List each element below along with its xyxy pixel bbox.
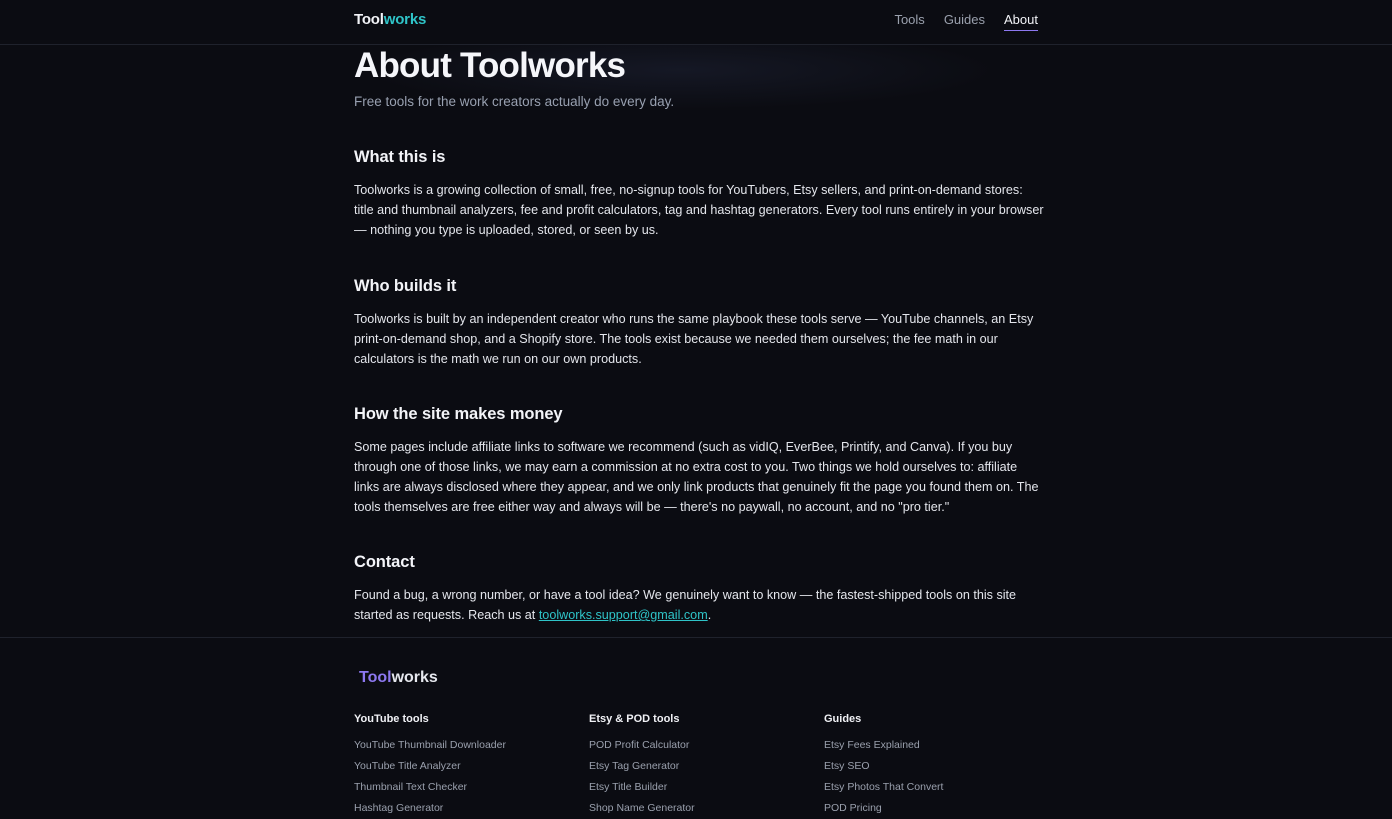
footer-link[interactable]: YouTube Title Analyzer bbox=[354, 756, 584, 777]
section-heading: Who builds it bbox=[354, 277, 457, 295]
footer-column-etsy-pod-tools: Etsy & POD tools POD Profit Calculator E… bbox=[589, 713, 819, 819]
site-footer: Toolworks YouTube tools YouTube Thumbnai… bbox=[0, 637, 1392, 818]
footer-logo[interactable]: Toolworks bbox=[359, 669, 438, 687]
page-subtitle: Free tools for the work creators actuall… bbox=[354, 94, 675, 109]
footer-link[interactable]: Etsy Photos That Convert bbox=[824, 777, 1054, 798]
section-contact: Contact Found a bug, a wrong number, or … bbox=[354, 553, 1044, 625]
footer-link[interactable]: POD Profit Calculator bbox=[589, 735, 819, 756]
footer-inner: Toolworks YouTube tools YouTube Thumbnai… bbox=[354, 638, 1054, 818]
footer-column-heading: YouTube tools bbox=[354, 713, 429, 725]
section-body: Toolworks is built by an independent cre… bbox=[354, 312, 1034, 366]
footer-link[interactable]: YouTube Thumbnail Downloader bbox=[354, 735, 584, 756]
section-body: Found a bug, a wrong number, or have a t… bbox=[354, 585, 1044, 625]
footer-link[interactable]: Etsy Fees Explained bbox=[824, 735, 1054, 756]
page-title: About Toolworks bbox=[354, 46, 626, 85]
footer-link[interactable]: Thumbnail Text Checker bbox=[354, 777, 584, 798]
contact-email-link[interactable]: toolworks.support@gmail.com bbox=[539, 608, 708, 622]
footer-link[interactable]: POD Pricing bbox=[824, 798, 1054, 819]
logo-text-tool: Tool bbox=[354, 11, 384, 28]
footer-link[interactable]: Etsy Title Builder bbox=[589, 777, 819, 798]
section-heading: Contact bbox=[354, 553, 415, 571]
site-logo[interactable]: Toolworks bbox=[354, 11, 426, 28]
footer-column-heading: Guides bbox=[824, 713, 862, 725]
section-heading: What this is bbox=[354, 148, 446, 166]
main-nav: Tools Guides About bbox=[894, 12, 1038, 31]
section-heading: How the site makes money bbox=[354, 405, 563, 423]
footer-link[interactable]: Hashtag Generator bbox=[354, 798, 584, 819]
nav-link-guides[interactable]: Guides bbox=[944, 12, 985, 31]
header-inner: Toolworks Tools Guides About bbox=[354, 0, 1038, 44]
nav-link-about[interactable]: About bbox=[1004, 12, 1038, 31]
footer-column-heading: Etsy & POD tools bbox=[589, 713, 680, 725]
section-who-builds-it: Who builds it Toolworks is built by an i… bbox=[354, 277, 1044, 369]
footer-link[interactable]: Etsy SEO bbox=[824, 756, 1054, 777]
footer-link[interactable]: Shop Name Generator bbox=[589, 798, 819, 819]
footer-column-guides: Guides Etsy Fees Explained Etsy SEO Etsy… bbox=[824, 713, 1054, 819]
section-how-site-makes-money: How the site makes money Some pages incl… bbox=[354, 405, 1044, 517]
nav-link-tools[interactable]: Tools bbox=[894, 12, 924, 31]
logo-text-works: works bbox=[383, 11, 427, 28]
contact-text-end: . bbox=[707, 608, 712, 622]
footer-logo-text-works: works bbox=[391, 669, 438, 686]
footer-column-youtube-tools: YouTube tools YouTube Thumbnail Download… bbox=[354, 713, 584, 819]
section-body: Toolworks is a growing collection of sma… bbox=[354, 183, 1044, 237]
footer-link[interactable]: Etsy Tag Generator bbox=[589, 756, 819, 777]
section-what-this-is: What this is Toolworks is a growing coll… bbox=[354, 148, 1044, 240]
site-header: Toolworks Tools Guides About bbox=[0, 0, 1392, 45]
footer-logo-text-tool: Tool bbox=[359, 669, 392, 686]
section-body: Some pages include affiliate links to so… bbox=[354, 440, 1039, 514]
